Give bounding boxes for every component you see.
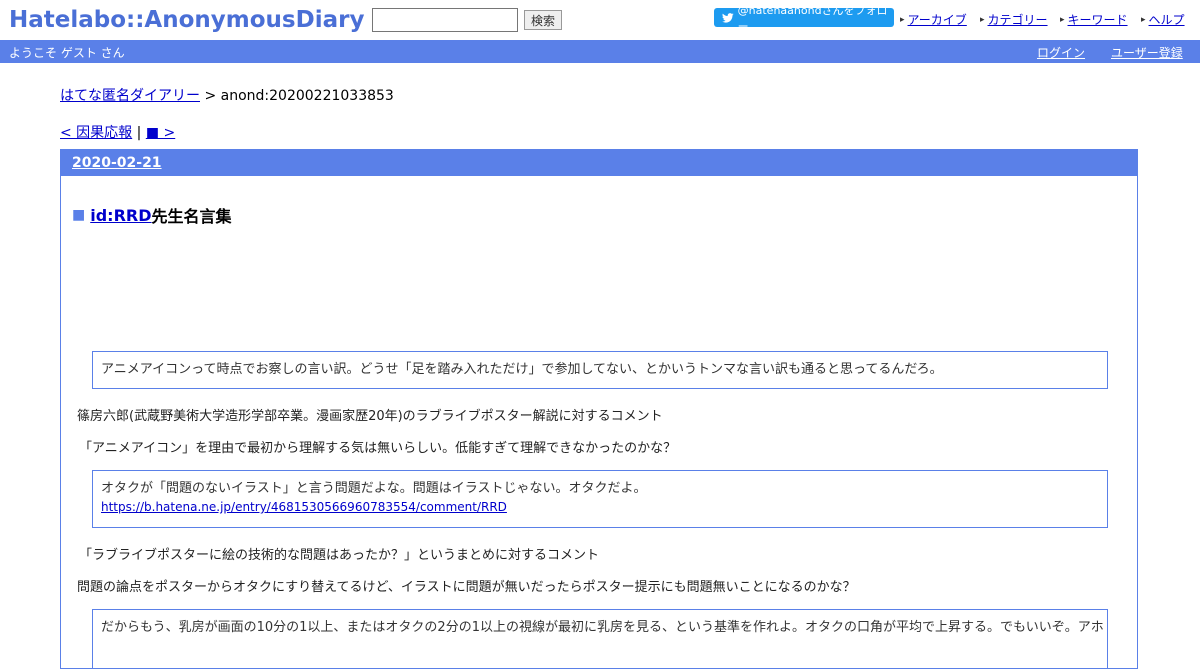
search-input[interactable] xyxy=(372,8,518,32)
quote-source-link[interactable]: https://b.hatena.ne.jp/entry/46815305669… xyxy=(101,500,507,514)
site-header: Hatelabo::AnonymousDiary 検索 @hatenaanond… xyxy=(0,0,1200,40)
day-header: 2020-02-21 xyxy=(61,150,1137,176)
paragraph: 問題の論点をポスターからオタクにすり替えてるけど、イラストに問題が無いだったらポ… xyxy=(77,580,856,595)
breadcrumb: はてな匿名ダイアリー > anond:20200221033853 xyxy=(60,85,394,105)
nav-help-link[interactable]: ヘルプ xyxy=(1149,11,1185,28)
pager-separator: | xyxy=(132,125,146,141)
paragraph: 「ラブライブポスターに絵の技術的な問題はあったか？」というまとめに対するコメント xyxy=(79,548,600,563)
twitter-follow-label: @hatenaanondさんをフォロー xyxy=(737,3,888,33)
login-link[interactable]: ログイン xyxy=(1037,44,1085,61)
nav-keyword-link[interactable]: キーワード xyxy=(1068,11,1128,28)
next-entry-link[interactable]: ■ > xyxy=(146,125,175,141)
blockquote: アニメアイコンって時点でお察しの言い訳。どうせ「足を踏み入れただけ」で参加してな… xyxy=(92,351,1108,389)
entry-title-text: 先生名言集 xyxy=(151,207,232,226)
nav-archive[interactable]: ▸ アーカイブ xyxy=(900,11,967,28)
twitter-bird-icon xyxy=(722,12,734,23)
nav-category[interactable]: ▸ カテゴリー xyxy=(980,11,1048,28)
entry-marker-icon[interactable]: ■ xyxy=(72,207,85,223)
nav-help[interactable]: ▸ ヘルプ xyxy=(1141,11,1185,28)
nav-keyword[interactable]: ▸ キーワード xyxy=(1060,11,1128,28)
entry-pager: < 因果応報 | ■ > xyxy=(60,122,175,142)
quote-text: だからもう、乳房が画面の10分の1以上、またはオタクの2分の1以上の視線が最初に… xyxy=(101,620,1104,635)
chevron-right-icon: ▸ xyxy=(1060,14,1065,25)
day-date-link[interactable]: 2020-02-21 xyxy=(72,155,162,171)
entry-author-link[interactable]: id:RRD xyxy=(90,206,151,225)
nav-category-link[interactable]: カテゴリー xyxy=(988,11,1048,28)
user-bar: ようこそ ゲスト さん ログイン ユーザー登録 xyxy=(0,40,1200,63)
nav-archive-link[interactable]: アーカイブ xyxy=(908,11,967,28)
entry-title: ■ id:RRD 先生名言集 xyxy=(72,203,232,227)
blockquote: だからもう、乳房が画面の10分の1以上、またはオタクの2分の1以上の視線が最初に… xyxy=(92,609,1108,669)
chevron-right-icon: ▸ xyxy=(1141,14,1146,25)
day-section: 2020-02-21 ■ id:RRD 先生名言集 アニメアイコンって時点でお察し… xyxy=(60,149,1138,669)
breadcrumb-separator: > xyxy=(200,88,221,104)
blockquote: オタクが「問題のないイラスト」と言う問題だよな。問題はイラストじゃない。オタクだ… xyxy=(92,470,1108,528)
quote-text: アニメアイコンって時点でお察しの言い訳。どうせ「足を踏み入れただけ」で参加してな… xyxy=(101,362,943,377)
quote-text: オタクが「問題のないイラスト」と言う問題だよな。問題はイラストじゃない。オタクだ… xyxy=(101,481,647,496)
chevron-right-icon: ▸ xyxy=(900,14,905,25)
breadcrumb-home-link[interactable]: はてな匿名ダイアリー xyxy=(60,88,200,104)
paragraph: 篠房六郎(武蔵野美術大学造形学部卒業。漫画家歴20年)のラブライブポスター解説に… xyxy=(77,409,663,424)
chevron-right-icon: ▸ xyxy=(980,14,985,25)
paragraph: 「アニメアイコン」を理由で最初から理解する気は無いらしい。低能すぎて理解できなか… xyxy=(79,441,677,456)
welcome-text: ようこそ ゲスト さん xyxy=(9,46,125,60)
site-logo[interactable]: Hatelabo::AnonymousDiary xyxy=(9,6,364,34)
search-button[interactable]: 検索 xyxy=(524,10,562,30)
twitter-follow-button[interactable]: @hatenaanondさんをフォロー xyxy=(714,4,894,33)
register-link[interactable]: ユーザー登録 xyxy=(1111,44,1183,61)
prev-entry-link[interactable]: < 因果応報 xyxy=(60,125,132,141)
breadcrumb-current: anond:20200221033853 xyxy=(220,88,394,104)
